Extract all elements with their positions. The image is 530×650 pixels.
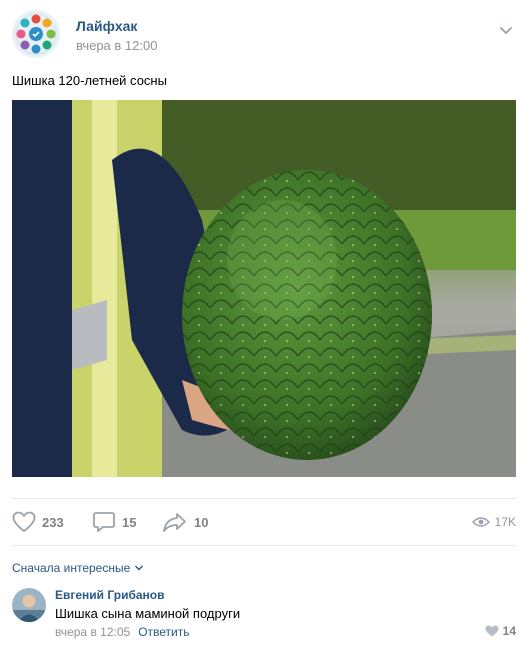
comment-meta: вчера в 12:05 Ответить xyxy=(55,625,189,639)
like-button[interactable]: 233 xyxy=(12,511,64,533)
likes-count: 233 xyxy=(42,514,64,530)
share-button[interactable]: 10 xyxy=(162,511,208,533)
comment-likes-count: 14 xyxy=(502,624,516,638)
post-photo[interactable] xyxy=(12,100,516,477)
comments-sort-label: Сначала интересные xyxy=(12,561,131,575)
bunya-pine-cone-photo xyxy=(12,100,516,477)
commenter-name[interactable]: Евгений Грибанов xyxy=(55,588,164,602)
reply-link[interactable]: Ответить xyxy=(138,625,189,639)
post-header: Лайфхак вчера в 12:00 xyxy=(12,10,518,62)
comments-count: 15 xyxy=(122,514,137,530)
chevron-down-icon xyxy=(135,565,144,571)
heart-icon xyxy=(485,625,499,637)
group-logo-icon xyxy=(12,10,60,58)
commenter-avatar[interactable] xyxy=(12,588,46,622)
chevron-down-icon[interactable] xyxy=(496,20,516,40)
heart-icon xyxy=(12,511,36,533)
comment-button[interactable]: 15 xyxy=(92,511,136,533)
share-icon xyxy=(163,513,186,532)
group-name[interactable]: Лайфхак xyxy=(76,18,137,34)
post-text: Шишка 120-летней сосны xyxy=(12,73,167,88)
user-avatar-icon xyxy=(12,588,46,622)
comment-item: Евгений Грибанов Шишка сына маминой подр… xyxy=(12,585,518,645)
comment-time[interactable]: вчера в 12:05 xyxy=(55,625,130,639)
eye-icon xyxy=(471,517,490,527)
views-counter: 17K xyxy=(471,511,516,533)
comment-like-button[interactable]: 14 xyxy=(485,624,516,638)
views-count: 17K xyxy=(494,515,516,529)
shares-count: 10 xyxy=(194,514,209,530)
post-time[interactable]: вчера в 12:00 xyxy=(76,38,157,53)
comment-text: Шишка сына маминой подруги xyxy=(55,606,241,621)
post-actions-bar: 233 15 10 17K xyxy=(12,498,516,546)
comments-sort-toggle[interactable]: Сначала интересные xyxy=(12,561,144,575)
group-avatar[interactable] xyxy=(12,10,60,58)
comment-icon xyxy=(93,512,115,532)
